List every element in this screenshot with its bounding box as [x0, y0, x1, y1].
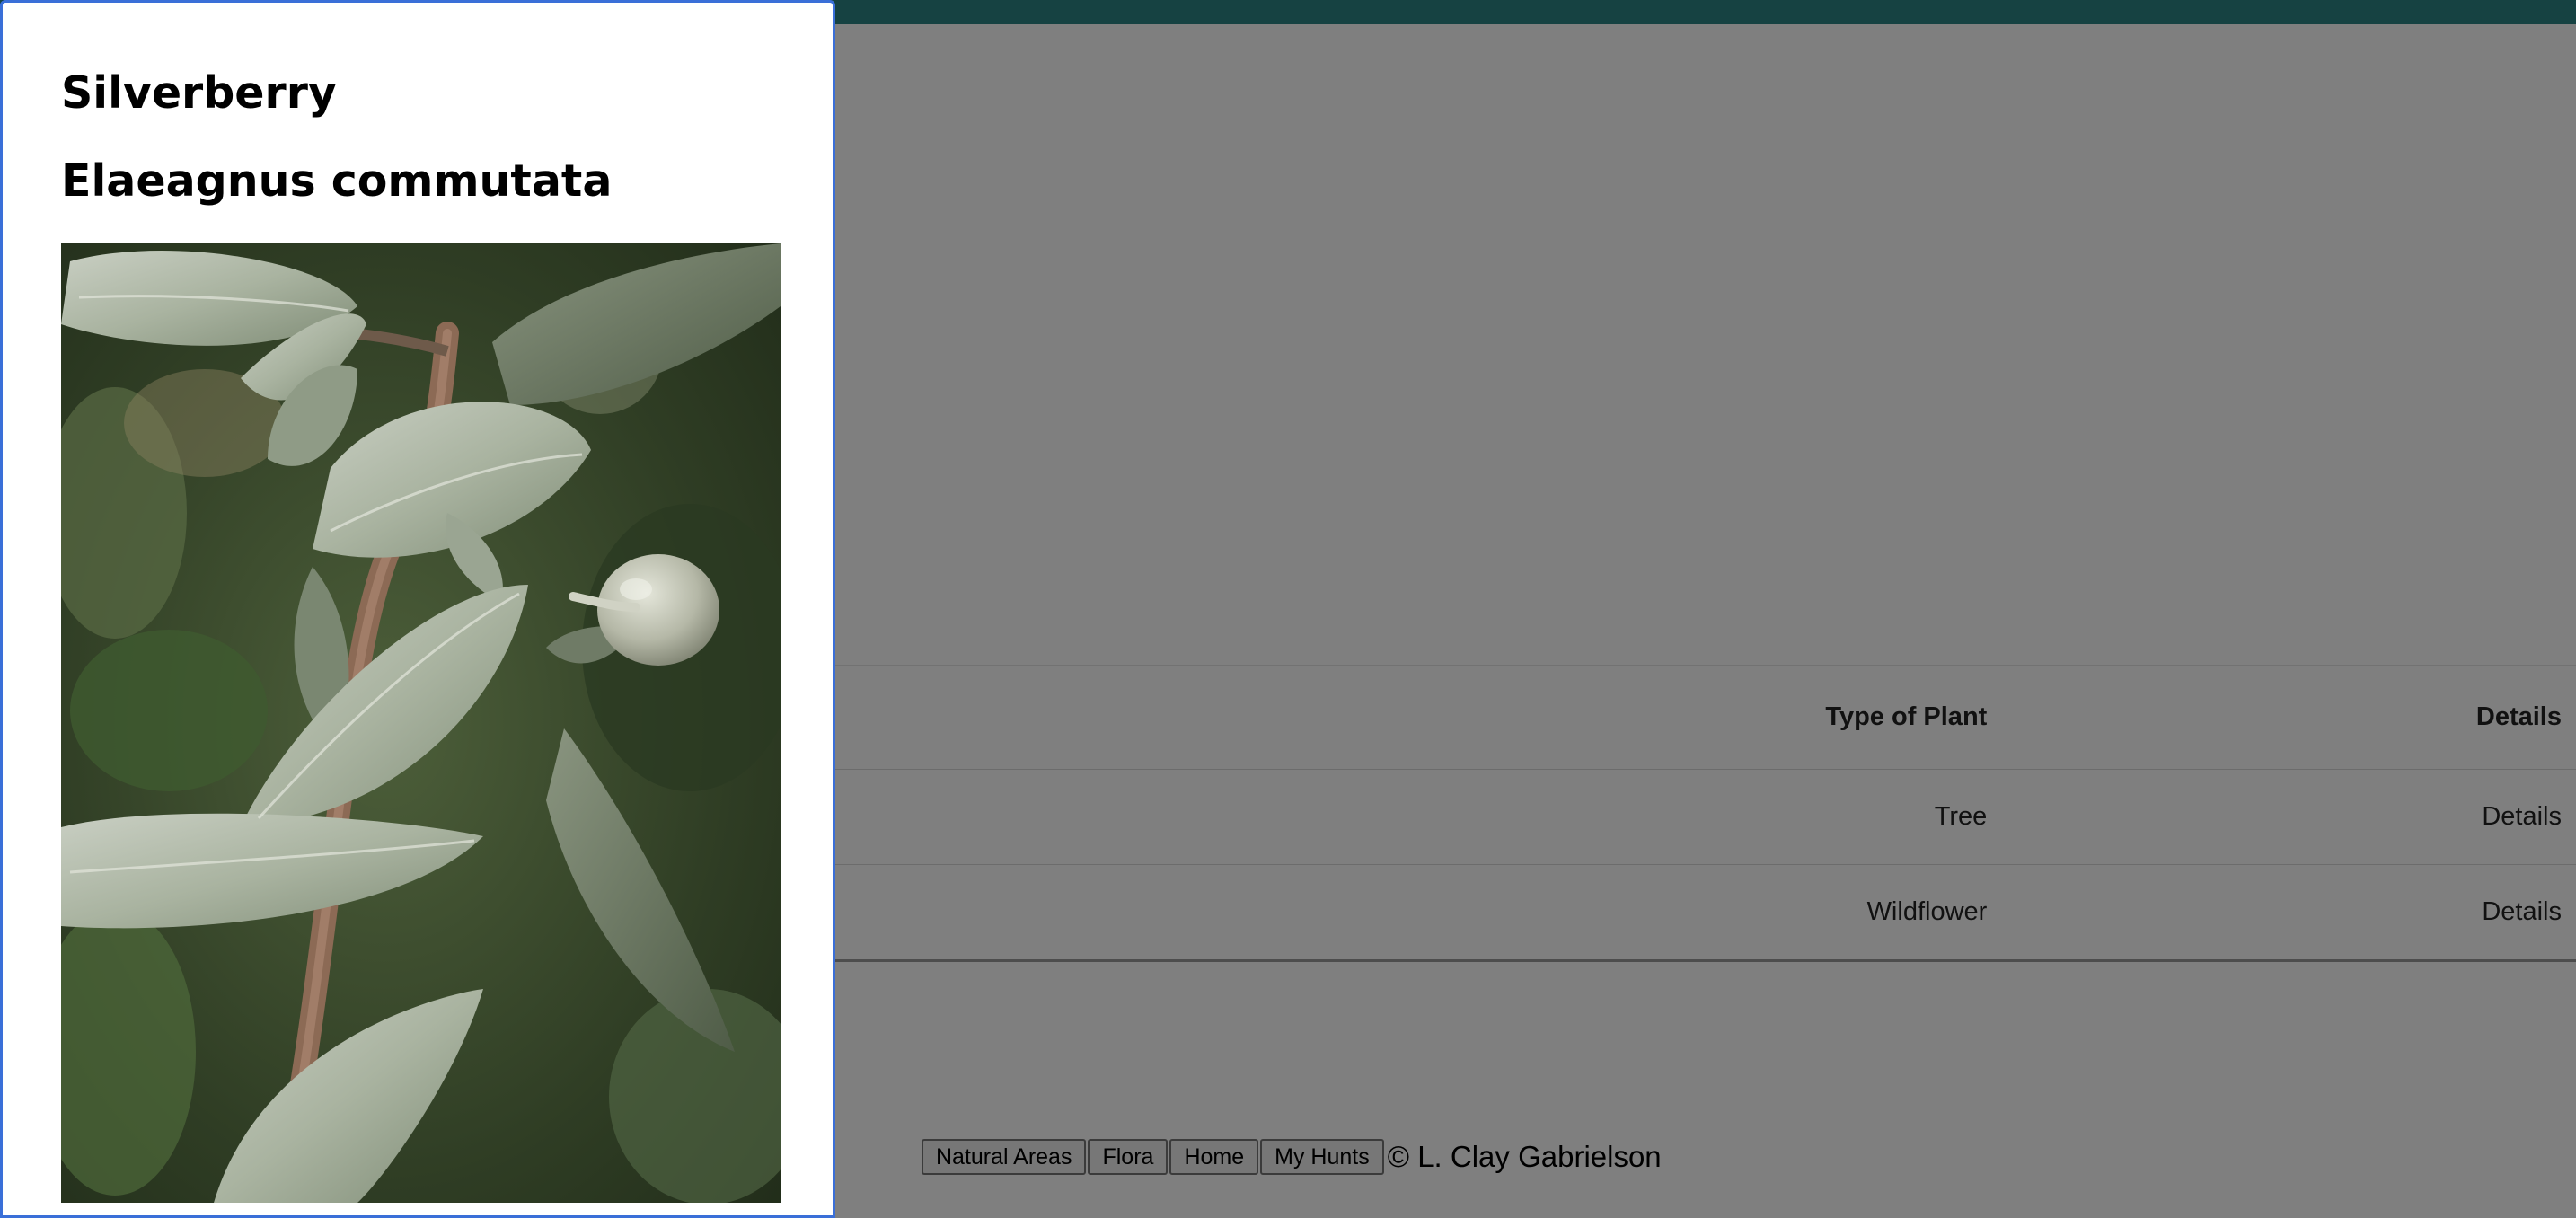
plant-scientific-name: Elaeagnus commutata [61, 155, 613, 207]
plant-photo [61, 243, 781, 1203]
plant-detail-dialog: Silverberry Elaeagnus commutata [0, 0, 835, 1218]
plant-common-name: Silverberry [61, 67, 337, 119]
silverberry-photo-illustration [61, 243, 781, 1203]
